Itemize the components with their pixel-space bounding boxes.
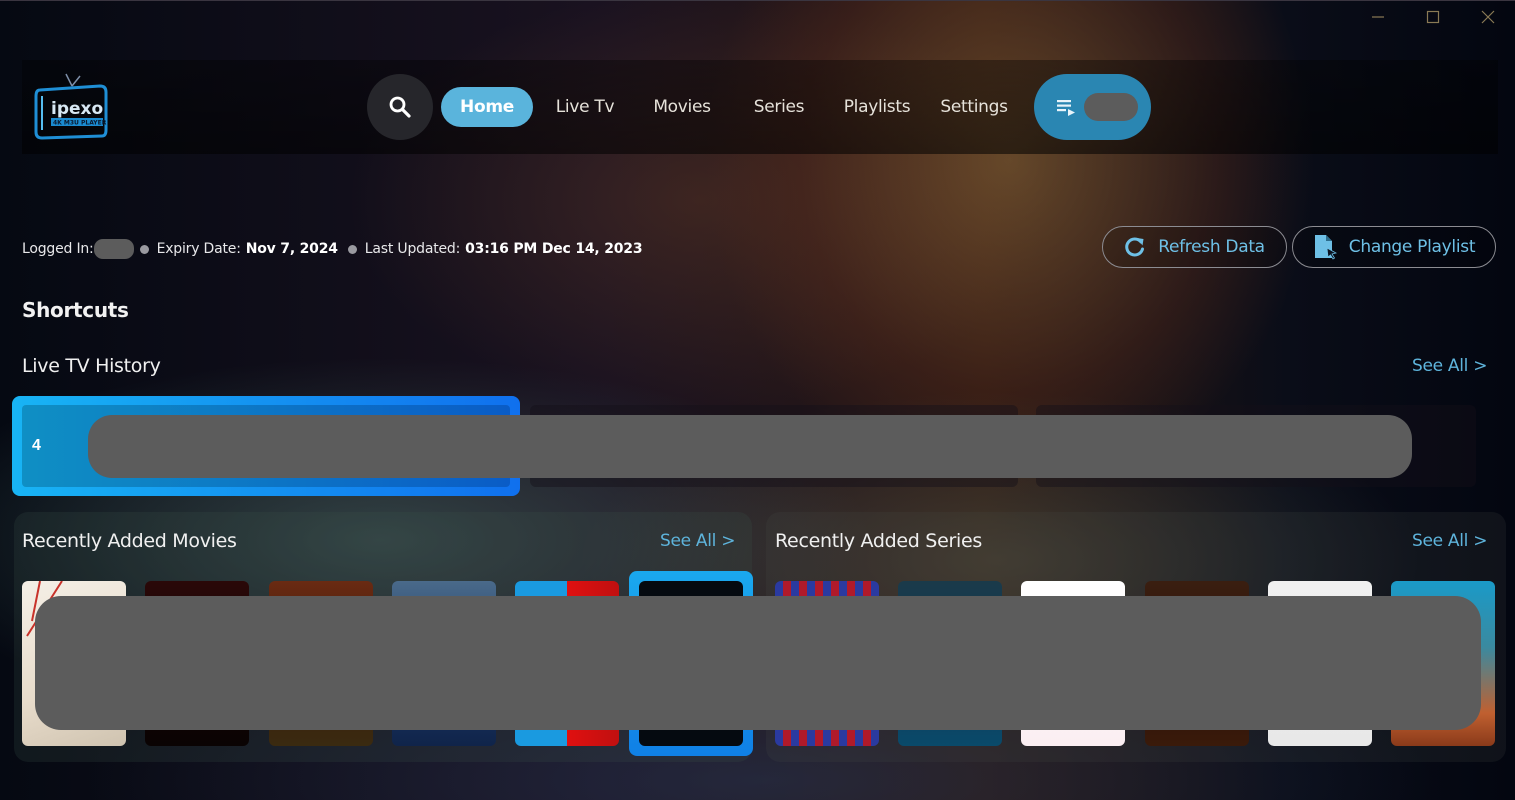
live-tv-history-redacted xyxy=(88,415,1412,478)
refresh-data-label: Refresh Data xyxy=(1158,237,1265,257)
window-controls xyxy=(1350,0,1515,34)
search-icon xyxy=(389,96,411,118)
refresh-data-button[interactable]: Refresh Data xyxy=(1102,226,1287,268)
close-button[interactable] xyxy=(1460,0,1515,34)
recently-added-series-title: Recently Added Series xyxy=(775,530,982,552)
recently-added-movies-title: Recently Added Movies xyxy=(22,530,237,552)
app-logo[interactable]: ipexo 4K M3U PLAYER xyxy=(32,72,110,144)
minimize-button[interactable] xyxy=(1350,0,1405,34)
nav-tab-settings[interactable]: Settings xyxy=(936,87,1012,127)
file-cursor-icon xyxy=(1314,235,1337,260)
live-tv-history-title: Live TV History xyxy=(22,355,161,377)
expiry-value: Nov 7, 2024 xyxy=(245,241,338,257)
nav-tab-live-tv[interactable]: Live Tv xyxy=(550,87,620,127)
logo-subtitle: 4K M3U PLAYER xyxy=(53,120,107,127)
separator-dot xyxy=(347,244,357,254)
recently-added-redacted xyxy=(35,596,1481,730)
series-see-all-link[interactable]: See All > xyxy=(1412,531,1487,551)
search-button[interactable] xyxy=(367,74,433,140)
username-redacted xyxy=(93,239,134,259)
last-updated-value: 03:16 PM Dec 14, 2023 xyxy=(465,241,643,257)
nav-tab-movies[interactable]: Movies xyxy=(645,87,719,127)
nav-tab-playlists[interactable]: Playlists xyxy=(838,87,916,127)
change-playlist-button[interactable]: Change Playlist xyxy=(1292,226,1496,268)
nav-tab-home[interactable]: Home xyxy=(441,87,533,127)
window-top-border xyxy=(0,0,1515,1)
logged-in-label: Logged In: xyxy=(22,241,94,257)
refresh-icon xyxy=(1125,237,1145,257)
last-updated-label: Last Updated: xyxy=(364,241,461,257)
minimize-icon xyxy=(1371,16,1384,18)
tv-logo-icon: ipexo 4K M3U PLAYER xyxy=(34,73,108,140)
expiry-label: Expiry Date: xyxy=(156,241,241,257)
playlist-name-redacted xyxy=(1084,93,1138,121)
channel-number: 4 xyxy=(32,437,41,454)
shortcuts-title: Shortcuts xyxy=(22,298,129,322)
maximize-icon xyxy=(1426,10,1439,24)
movies-see-all-link[interactable]: See All > xyxy=(660,531,735,551)
separator-dot xyxy=(139,244,149,254)
playlist-play-icon xyxy=(1057,100,1075,116)
maximize-button[interactable] xyxy=(1405,0,1460,34)
account-info-line: Logged In: Expiry Date: Nov 7, 2024 Last… xyxy=(22,239,643,259)
live-tv-see-all-link[interactable]: See All > xyxy=(1412,356,1487,376)
close-icon xyxy=(1481,10,1494,24)
change-playlist-label: Change Playlist xyxy=(1348,237,1476,257)
current-playlist-button[interactable] xyxy=(1034,74,1151,140)
nav-tab-series[interactable]: Series xyxy=(748,87,810,127)
logo-text: ipexo xyxy=(51,99,103,119)
app-window: ipexo 4K M3U PLAYER Home Live Tv Movies … xyxy=(0,0,1515,800)
